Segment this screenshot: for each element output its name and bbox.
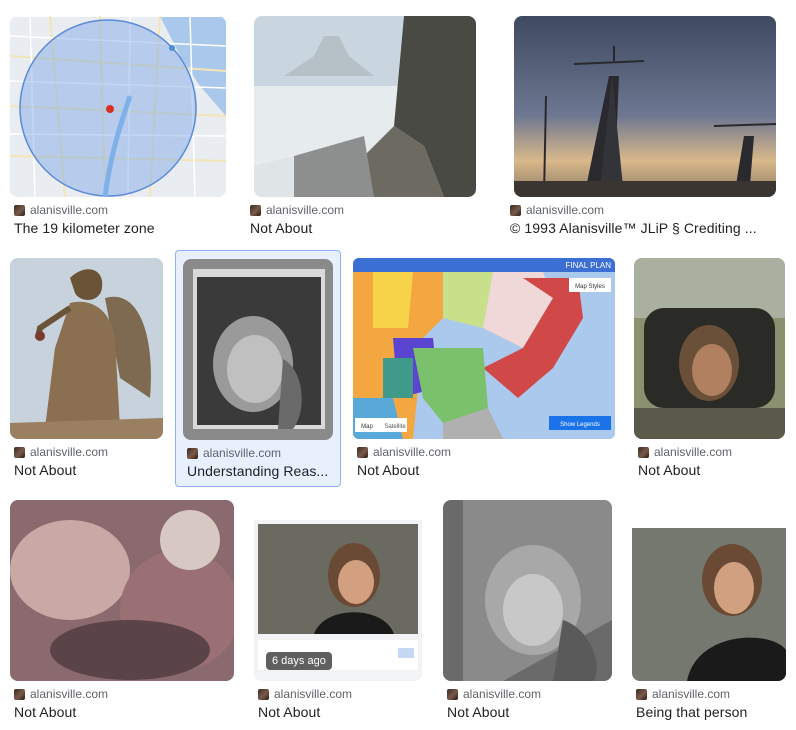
- result-thumbnail-bridge-towers[interactable]: [514, 16, 776, 197]
- result-thumbnail-blurry-closeup[interactable]: [10, 500, 234, 681]
- result-source[interactable]: alanisville.com: [274, 687, 352, 701]
- result-card-1[interactable]: alanisville.com The 19 kilometer zone: [8, 14, 228, 240]
- result-thumbnail-scan-photo[interactable]: [443, 500, 612, 681]
- result-card-8[interactable]: alanisville.com Not About: [8, 498, 238, 724]
- result-card-5[interactable]: alanisville.com Understanding Reas...: [175, 250, 341, 487]
- result-card-2[interactable]: alanisville.com Not About: [244, 14, 486, 240]
- result-title[interactable]: Not About: [638, 461, 786, 479]
- scan-photo-image: [443, 500, 612, 681]
- site-favicon-icon: [447, 688, 458, 700]
- site-favicon-icon: [14, 204, 25, 216]
- map-styles-button[interactable]: Map Styles: [575, 284, 605, 290]
- result-thumbnail-district-map[interactable]: FINAL PLAN Map Styles Map Satellite Show…: [353, 258, 615, 439]
- result-title[interactable]: Not About: [258, 703, 423, 721]
- site-favicon-icon: [636, 688, 647, 700]
- angel-statue-image: [10, 258, 163, 439]
- woman-portrait-image: [632, 500, 786, 681]
- blurry-closeup-image: [10, 500, 234, 681]
- result-title[interactable]: © 1993 Alanisville™ JLiP § Crediting ...: [510, 219, 782, 237]
- site-favicon-icon: [638, 446, 649, 458]
- portrait-photo-image: [183, 259, 333, 440]
- site-favicon-icon: [14, 688, 25, 700]
- result-source[interactable]: alanisville.com: [203, 446, 281, 460]
- satellite-view-button[interactable]: Satellite: [384, 424, 406, 430]
- result-card-10[interactable]: alanisville.com Not About: [440, 498, 616, 724]
- result-card-7[interactable]: alanisville.com Not About: [630, 256, 790, 482]
- car-mirror-image: [634, 258, 785, 439]
- result-title[interactable]: Understanding Reas...: [187, 462, 331, 480]
- result-thumbnail-winter-fountain[interactable]: [254, 16, 476, 197]
- result-card-9[interactable]: 6 days ago alanisville.com Not About: [250, 498, 428, 724]
- result-thumbnail-car-mirror[interactable]: [634, 258, 785, 439]
- result-thumbnail-map-zone[interactable]: [10, 16, 226, 197]
- result-card-11[interactable]: alanisville.com Being that person: [628, 498, 790, 724]
- result-source[interactable]: alanisville.com: [30, 445, 108, 459]
- map-view-button[interactable]: Map: [361, 424, 373, 430]
- district-map-image: FINAL PLAN Map Styles Map Satellite Show…: [353, 258, 615, 439]
- result-title[interactable]: Not About: [14, 703, 234, 721]
- result-title[interactable]: Not About: [250, 219, 480, 237]
- result-thumbnail-portrait-photo[interactable]: [183, 259, 333, 440]
- result-thumbnail-woman-portrait[interactable]: [632, 500, 786, 681]
- result-source[interactable]: alanisville.com: [373, 445, 451, 459]
- site-favicon-icon: [250, 204, 261, 216]
- result-title[interactable]: Not About: [357, 461, 612, 479]
- final-plan-label: FINAL PLAN: [566, 261, 612, 270]
- result-card-3[interactable]: alanisville.com © 1993 Alanisville™ JLiP…: [504, 14, 788, 240]
- site-favicon-icon: [187, 447, 198, 459]
- site-favicon-icon: [14, 446, 25, 458]
- result-thumbnail-angel-statue[interactable]: [10, 258, 163, 439]
- time-badge: 6 days ago: [266, 652, 332, 670]
- site-favicon-icon: [357, 446, 368, 458]
- result-source[interactable]: alanisville.com: [266, 203, 344, 217]
- result-source[interactable]: alanisville.com: [463, 687, 541, 701]
- result-source[interactable]: alanisville.com: [30, 687, 108, 701]
- site-favicon-icon: [510, 204, 521, 216]
- bridge-towers-image: [514, 16, 776, 197]
- result-title[interactable]: The 19 kilometer zone: [14, 219, 224, 237]
- result-title[interactable]: Not About: [447, 703, 612, 721]
- site-favicon-icon: [258, 688, 269, 700]
- result-source[interactable]: alanisville.com: [30, 203, 108, 217]
- result-card-6[interactable]: FINAL PLAN Map Styles Map Satellite Show…: [350, 256, 620, 482]
- result-title[interactable]: Being that person: [636, 703, 786, 721]
- result-title[interactable]: Not About: [14, 461, 164, 479]
- result-source[interactable]: alanisville.com: [654, 445, 732, 459]
- result-source[interactable]: alanisville.com: [526, 203, 604, 217]
- winter-fountain-image: [254, 16, 476, 197]
- result-card-4[interactable]: alanisville.com Not About: [8, 256, 168, 482]
- map-zone-image: [10, 16, 226, 197]
- result-source[interactable]: alanisville.com: [652, 687, 730, 701]
- show-legends-button[interactable]: Show Legends: [560, 422, 600, 428]
